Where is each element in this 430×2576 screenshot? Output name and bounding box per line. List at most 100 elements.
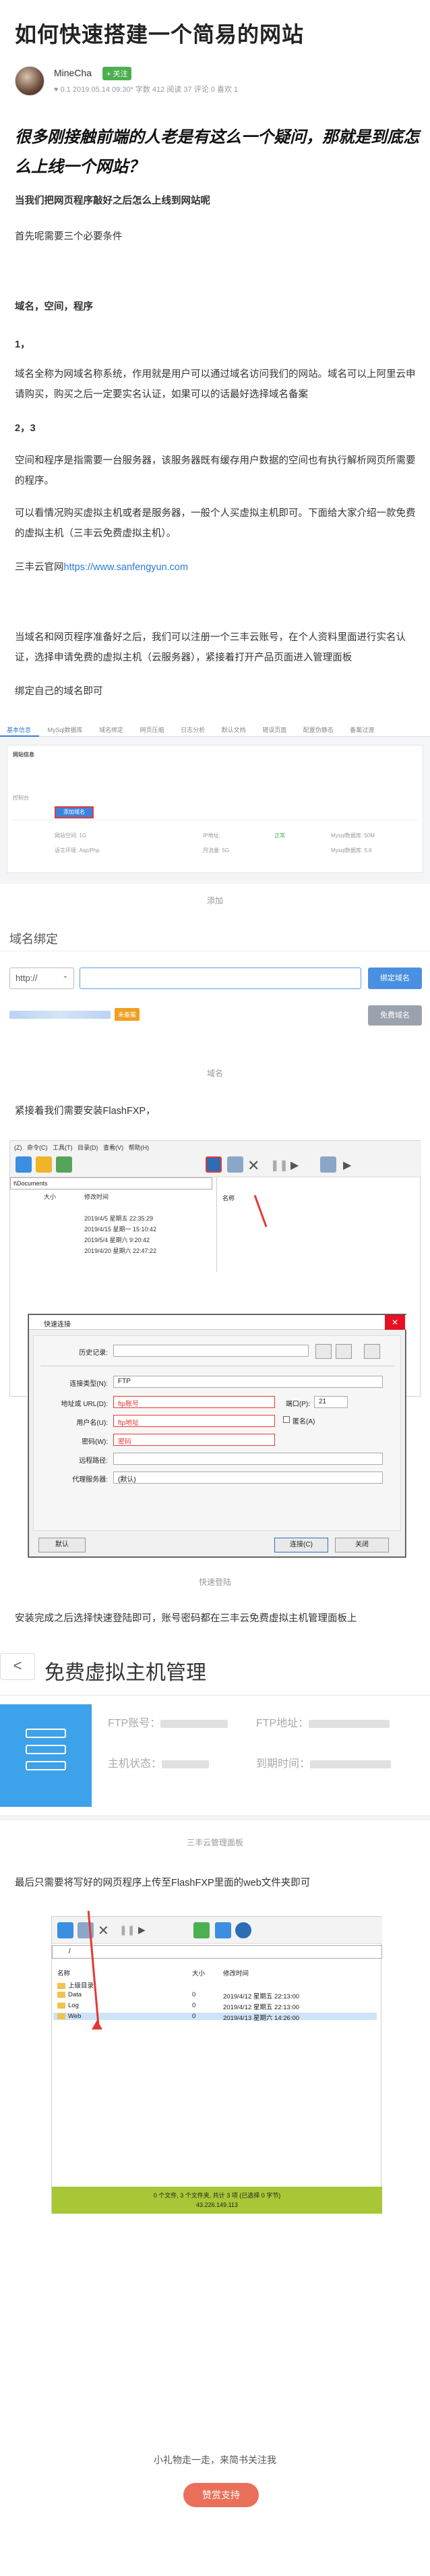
tab-basic[interactable]: 基本信息: [0, 722, 40, 737]
free-host-manager: < 免费虚拟主机管理 FTP账号： FTP地址： 主机状态： 到期时间：: [0, 1646, 430, 1820]
password-field[interactable]: 密码: [113, 1434, 275, 1446]
list-item-selected[interactable]: Web 0 2019/4/13 星期六 14:26:00: [53, 2013, 377, 2022]
quick-connect-icon[interactable]: [206, 1156, 222, 1173]
menu-help[interactable]: 帮助(H): [129, 1144, 150, 1151]
site-link[interactable]: https://www.sanfengyun.com: [64, 562, 189, 573]
bound-domain-link[interactable]: [9, 1011, 111, 1019]
refresh-icon[interactable]: [16, 1156, 32, 1173]
server-type-select[interactable]: FTP: [113, 1376, 383, 1388]
tab-compress[interactable]: 网页压缩: [133, 722, 173, 734]
history-edit-button[interactable]: [315, 1344, 332, 1359]
domain-header: [0, 924, 430, 951]
protocol-select[interactable]: http:// ⌄: [9, 968, 74, 989]
close-icon[interactable]: ✕: [98, 1922, 109, 1939]
follow-button[interactable]: + 关注: [102, 67, 132, 80]
list-item[interactable]: 2019/4/5 星期五 22:35:29: [84, 1214, 153, 1223]
tab-rewrite[interactable]: 配置伪静态: [297, 722, 342, 734]
add-domain-button[interactable]: 添加域名: [55, 806, 94, 818]
free-host-title: 免费虚拟主机管理: [44, 1662, 206, 1684]
local-path[interactable]: t\Documents: [10, 1177, 212, 1189]
remote-path[interactable]: /: [52, 1945, 382, 1959]
server-ip: 43.226.149.113: [196, 2202, 238, 2208]
tab-log[interactable]: 日志分析: [174, 722, 213, 734]
panel-tabs: 基本信息 MySql数据库 域名绑定 网页压缩 日志分析 默认文档 错误页面 配…: [0, 722, 430, 737]
pause-icon[interactable]: ❚❚: [119, 1924, 135, 1936]
col-date[interactable]: 修改时间: [223, 1968, 249, 1978]
history-delete-button[interactable]: [364, 1344, 380, 1359]
tab-error-page[interactable]: 错误页面: [255, 722, 295, 734]
list-item[interactable]: Data 0 2019/4/12 星期五 22:13:00: [57, 1991, 299, 2000]
bind-domain-button[interactable]: 绑定域名: [368, 968, 422, 989]
site-info-label: 网站信息: [13, 752, 34, 758]
menu-command[interactable]: 命令(C): [27, 1144, 48, 1151]
menu-z[interactable]: (Z): [14, 1144, 22, 1151]
col-name[interactable]: 名称: [57, 1970, 70, 1978]
ip-label: IP地址:: [203, 833, 220, 839]
anonymous-checkbox[interactable]: [283, 1416, 290, 1423]
play-icon[interactable]: ▶: [290, 1158, 299, 1172]
pause-icon[interactable]: ❚❚: [270, 1158, 288, 1172]
home-icon[interactable]: [56, 1156, 72, 1173]
user-label: 用户名(U):: [76, 1420, 108, 1427]
username-field[interactable]: ftp地址: [113, 1415, 275, 1427]
col-size[interactable]: 大小: [192, 1968, 205, 1978]
lead-question: 很多刚接触前端的人老是有这么一个疑问，那就是到底怎么上线一个网站？: [15, 128, 419, 176]
transfer-icon[interactable]: [320, 1156, 336, 1173]
col-size[interactable]: 大小: [44, 1192, 56, 1201]
col-date[interactable]: 修改时间: [84, 1192, 109, 1201]
paragraph-install: 紧接着我们需要安装FlashFXP，: [15, 1106, 156, 1117]
tip-button[interactable]: 赞赏支持: [183, 2483, 259, 2507]
local-file-list: 大小 修改时间 2019/4/5 星期五 22:35:29 2019/4/15 …: [10, 1189, 212, 1270]
menu-directory[interactable]: 目录(D): [78, 1144, 98, 1151]
remote-path-field[interactable]: [113, 1453, 383, 1465]
play-icon[interactable]: ▶: [138, 1924, 146, 1936]
default-button[interactable]: 默认: [38, 1538, 86, 1552]
history-list-button[interactable]: [336, 1344, 352, 1359]
globe-icon[interactable]: [235, 1922, 251, 1938]
port-field[interactable]: 21: [314, 1396, 348, 1408]
host-status-row: 主机状态：: [108, 1754, 210, 1770]
free-domain-button[interactable]: 免费域名: [368, 1005, 422, 1026]
author-bar: MineCha + 关注 ♥ 0.1 2019.05.14 09:30* 字数 …: [15, 65, 419, 99]
connect-icon[interactable]: [227, 1156, 243, 1173]
subheading: 当我们把网页程序敲好之后怎么上线到网站呢: [15, 196, 210, 206]
tab-domain[interactable]: 域名绑定: [92, 722, 131, 734]
proxy-select[interactable]: (默认): [113, 1472, 383, 1484]
sync-icon[interactable]: [215, 1922, 231, 1938]
close-button[interactable]: 关闭: [335, 1538, 389, 1552]
tab-filing[interactable]: 备案过渡: [343, 722, 382, 734]
list-item[interactable]: 2019/4/20 星期六 22:47:22: [84, 1246, 156, 1255]
connect-button[interactable]: 连接(C): [274, 1538, 328, 1552]
remote-path-label: 远程路径:: [79, 1457, 108, 1465]
list-item[interactable]: 2019/5/4 星期六 9:20:42: [84, 1235, 150, 1244]
article-meta: ♥ 0.1 2019.05.14 09:30* 字数 412 阅读 37 评论 …: [54, 86, 239, 94]
history-select[interactable]: [113, 1345, 309, 1357]
dialog-body: 历史记录: 连接类型(N): FTP 地址或 URL(D): ftp账号 端口(…: [33, 1335, 401, 1531]
author-name[interactable]: MineCha: [54, 67, 92, 78]
transfer-icon[interactable]: [193, 1922, 210, 1938]
address-label: 地址或 URL(D):: [61, 1401, 108, 1408]
list-item[interactable]: 2019/4/15 星期一 15:10:42: [84, 1225, 156, 1233]
password-label: 密码(W):: [82, 1438, 108, 1446]
menu-tools[interactable]: 工具(T): [53, 1144, 73, 1151]
tab-default-doc[interactable]: 默认文档: [215, 722, 254, 734]
avatar[interactable]: [15, 66, 44, 96]
close-icon[interactable]: ✕: [247, 1157, 259, 1175]
close-icon[interactable]: ✕: [385, 1315, 405, 1330]
list-item[interactable]: Log 0 2019/4/12 星期五 22:13:00: [57, 2002, 299, 2011]
tab-mysql[interactable]: MySql数据库: [41, 722, 91, 734]
refresh-icon[interactable]: [57, 1922, 73, 1938]
divider: [0, 1695, 430, 1696]
list-item[interactable]: 上级目录: [57, 1980, 94, 1990]
flashfxp-remote-window: ✕ ❚❚ ▶ / 名称 大小 修改时间 上级目录 Data 0 2019/4/12 …: [51, 1916, 382, 2214]
folder-icon[interactable]: [36, 1156, 52, 1173]
back-button[interactable]: <: [0, 1653, 35, 1680]
ftp-user-row: FTP账号：: [108, 1714, 228, 1730]
menu-view[interactable]: 查看(V): [103, 1144, 123, 1151]
next-icon[interactable]: ▶: [343, 1158, 351, 1172]
domain-input[interactable]: [80, 968, 361, 989]
anonymous-label: 匿名(A): [293, 1418, 315, 1426]
mysql-ver-label: Mysql数据库: 5.6: [331, 847, 372, 853]
remote-col-name[interactable]: 名称: [222, 1194, 235, 1202]
status-bar: 0 个文件, 3 个文件夹, 共计 3 项 (已选择 0 字节) 43.226.…: [52, 2187, 382, 2214]
